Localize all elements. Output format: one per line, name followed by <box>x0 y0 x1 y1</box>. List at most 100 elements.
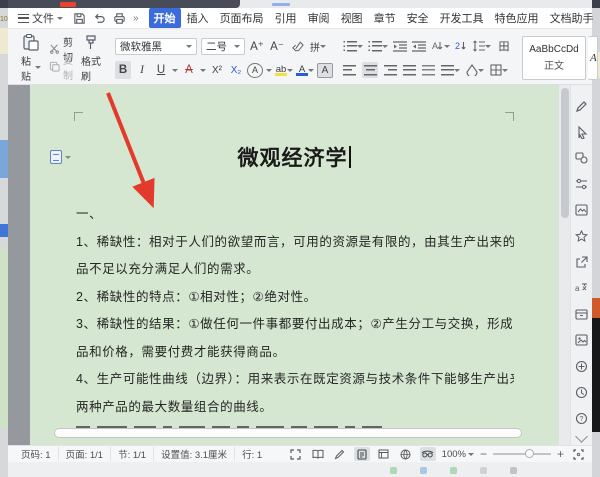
select-cursor-button[interactable] <box>571 119 593 145</box>
align-right-button[interactable] <box>384 65 397 76</box>
document-title[interactable]: 微观经济学 <box>30 142 558 172</box>
share-export-button[interactable] <box>571 249 593 275</box>
align-justify-button[interactable] <box>403 65 416 76</box>
tab-special-features[interactable]: 特色应用 <box>490 8 544 28</box>
format-painter-button[interactable]: 格式刷 <box>77 32 105 84</box>
tab-references[interactable]: 引用 <box>270 8 302 28</box>
document-page[interactable]: 微观经济学 一、 1、稀缺性：相对于人们的欲望而言，可用的资源是有限的，由其生产… <box>30 85 558 445</box>
style-partial-next[interactable]: A <box>588 36 598 80</box>
font-size-select[interactable]: 二号 <box>201 38 245 55</box>
undo-icon[interactable] <box>93 12 106 25</box>
navigation-compass-button[interactable] <box>571 353 593 379</box>
tab-page-layout[interactable]: 页面布局 <box>215 8 269 28</box>
help-circle-button[interactable]: ? <box>571 405 593 431</box>
superscript-button[interactable]: X² <box>209 61 225 79</box>
font-name-select[interactable]: 微软雅黑 <box>115 38 197 55</box>
print-icon[interactable] <box>113 12 126 25</box>
tab-review[interactable]: 审阅 <box>303 8 335 28</box>
tab-insert[interactable]: 插入 <box>182 8 214 28</box>
pinyin-guide-button[interactable]: 拼 <box>309 37 327 55</box>
distribute-button[interactable] <box>422 65 435 76</box>
tab-home[interactable]: 开始 <box>149 8 181 28</box>
enclose-characters-button[interactable]: A <box>247 63 263 78</box>
status-margin-setting[interactable]: 设置值: 3.1厘米 <box>154 447 235 461</box>
image-tool-button[interactable] <box>571 327 593 353</box>
shading-button[interactable] <box>466 64 484 76</box>
zoom-slider[interactable] <box>493 453 551 455</box>
copy-button[interactable]: 复制 <box>49 59 73 74</box>
web-view-button[interactable] <box>398 447 414 461</box>
status-line-number[interactable]: 行: 1 <box>235 447 269 461</box>
file-menu-button[interactable]: 文件 <box>14 10 67 26</box>
tab-section[interactable]: 章节 <box>369 8 401 28</box>
style-normal[interactable]: AaBbCcDd 正文 <box>522 36 586 80</box>
favorites-star-button[interactable] <box>571 223 593 249</box>
character-border-button[interactable]: A <box>317 63 333 78</box>
zoom-in-button[interactable]: + <box>557 449 564 459</box>
text-line[interactable]: 2、稀缺性的特点：①相对性；②绝对性。 <box>76 284 514 312</box>
zoom-slider-handle[interactable] <box>525 449 534 458</box>
text-line[interactable]: 3、稀缺性的结果：①做任何一件事都要付出成本；②产生分工与交换，形成商 <box>76 311 514 339</box>
font-color-button[interactable]: A <box>296 64 314 76</box>
increase-indent-button[interactable] <box>412 41 426 52</box>
strikethrough-button[interactable]: A <box>181 61 197 79</box>
properties-button[interactable] <box>571 171 593 197</box>
more-commands-icon[interactable]: » <box>133 13 139 24</box>
page-view-button[interactable] <box>354 447 370 461</box>
paste-button[interactable]: 粘贴 <box>17 32 45 84</box>
borders-button[interactable] <box>490 64 508 76</box>
horizontal-scrollbar[interactable] <box>54 428 522 438</box>
numbered-list-button[interactable] <box>368 41 388 52</box>
layout-image-button[interactable] <box>571 197 593 223</box>
vertical-scrollbar[interactable] <box>558 85 570 445</box>
read-mode-button[interactable] <box>310 447 326 461</box>
outline-view-button[interactable] <box>376 447 392 461</box>
tab-security[interactable]: 安全 <box>402 8 434 28</box>
align-left-button[interactable] <box>343 65 356 76</box>
edit-pen-button[interactable] <box>571 93 593 119</box>
archive-box-button[interactable] <box>571 301 593 327</box>
clear-format-button[interactable] <box>289 37 305 55</box>
underline-button[interactable]: U <box>153 61 169 79</box>
zoom-level[interactable]: 100% <box>442 449 474 460</box>
sort-button[interactable]: 2 <box>455 40 467 52</box>
document-body[interactable]: 一、 1、稀缺性：相对于人们的欲望而言，可用的资源是有限的，由其生产出来的产 品… <box>76 201 514 421</box>
text-line[interactable]: 4、生产可能性曲线（边界）：用来表示在既定资源与技术条件下能够生产出来的 <box>76 366 514 394</box>
save-icon[interactable] <box>73 12 86 25</box>
eye-protection-button[interactable] <box>420 447 436 461</box>
paragraph-spacing-button[interactable] <box>472 40 491 52</box>
tab-view[interactable]: 视图 <box>336 8 368 28</box>
history-clock-button[interactable] <box>571 379 593 405</box>
background-window-left-sliver: 10 <box>0 0 8 477</box>
text-line[interactable]: 品不足以充分满足人们的需求。 <box>76 256 514 284</box>
text-line[interactable]: 一、 <box>76 201 514 229</box>
decrease-font-button[interactable]: A⁻ <box>269 37 285 55</box>
vertical-scrollbar-thumb[interactable] <box>561 88 569 218</box>
text-line[interactable]: 两种产品的最大数量组合的曲线。 <box>76 394 514 422</box>
status-page-number[interactable]: 页码: 1 <box>14 447 59 461</box>
insert-table-button[interactable]: 田 <box>496 37 512 55</box>
decrease-indent-button[interactable] <box>393 41 407 52</box>
fit-page-button[interactable] <box>570 447 586 461</box>
text-line[interactable]: 品和价格，需要付费才能获得商品。 <box>76 339 514 367</box>
zoom-out-button[interactable]: − <box>480 449 487 459</box>
fullscreen-view-button[interactable] <box>288 447 304 461</box>
bullet-list-button[interactable] <box>343 41 363 52</box>
line-spacing-button[interactable] <box>441 65 460 76</box>
text-line[interactable]: 1、稀缺性：相对于人们的欲望而言，可用的资源是有限的，由其生产出来的产 <box>76 229 514 257</box>
write-mode-button[interactable] <box>332 447 348 461</box>
translate-button[interactable]: a <box>571 275 593 301</box>
shapes-button[interactable] <box>571 145 593 171</box>
subscript-button[interactable]: X₂ <box>228 61 244 79</box>
highlight-color-button[interactable]: ab <box>275 64 293 76</box>
increase-font-button[interactable]: A⁺ <box>249 37 265 55</box>
italic-button[interactable]: I <box>134 61 150 79</box>
text-direction-button[interactable]: A <box>431 40 450 52</box>
tab-developer[interactable]: 开发工具 <box>435 8 489 28</box>
status-section[interactable]: 节: 1/1 <box>111 447 154 461</box>
bold-button[interactable]: B <box>115 61 131 79</box>
align-center-button[interactable] <box>362 62 378 78</box>
status-page-count[interactable]: 页面: 1/1 <box>59 447 112 461</box>
tab-doc-assistant[interactable]: 文档助手 <box>545 8 599 28</box>
rail-collapse-chevron-icon[interactable] <box>575 430 588 443</box>
